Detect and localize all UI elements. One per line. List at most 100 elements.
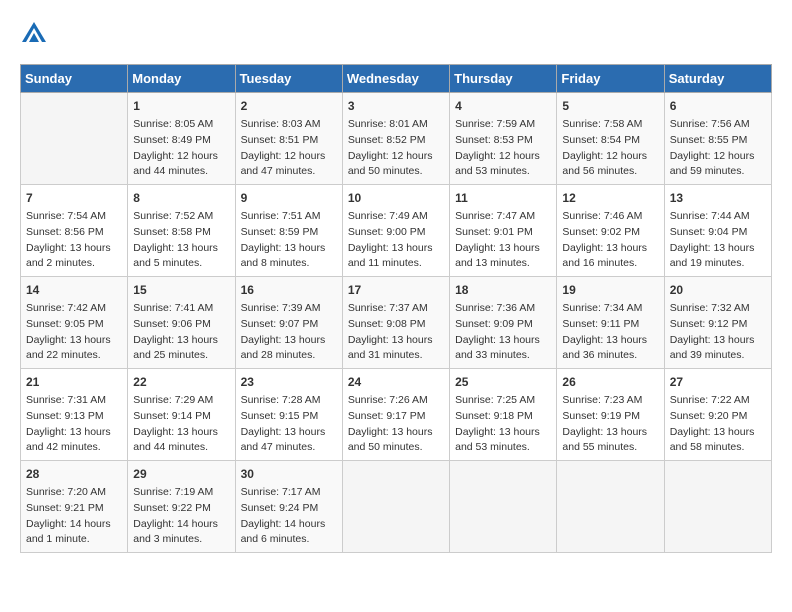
day-number: 14 (26, 281, 122, 299)
day-info: Sunrise: 7:28 AMSunset: 9:15 PMDaylight:… (241, 393, 337, 456)
calendar-cell (664, 461, 771, 553)
day-number: 17 (348, 281, 444, 299)
column-header-monday: Monday (128, 65, 235, 93)
calendar-cell: 10 Sunrise: 7:49 AMSunset: 9:00 PMDayligh… (342, 185, 449, 277)
column-header-saturday: Saturday (664, 65, 771, 93)
day-number: 8 (133, 189, 229, 207)
page-header (20, 20, 772, 48)
calendar-cell: 20 Sunrise: 7:32 AMSunset: 9:12 PMDayligh… (664, 277, 771, 369)
day-info: Sunrise: 7:59 AMSunset: 8:53 PMDaylight:… (455, 117, 551, 180)
calendar-cell (450, 461, 557, 553)
day-number: 3 (348, 97, 444, 115)
calendar-week-row: 14 Sunrise: 7:42 AMSunset: 9:05 PMDayligh… (21, 277, 772, 369)
calendar-header-row: SundayMondayTuesdayWednesdayThursdayFrid… (21, 65, 772, 93)
calendar-cell: 9Sunrise: 7:51 AMSunset: 8:59 PMDaylight… (235, 185, 342, 277)
column-header-thursday: Thursday (450, 65, 557, 93)
day-info: Sunrise: 7:34 AMSunset: 9:11 PMDaylight:… (562, 301, 658, 364)
calendar-cell: 4 Sunrise: 7:59 AMSunset: 8:53 PMDaylight… (450, 93, 557, 185)
day-number: 21 (26, 373, 122, 391)
day-info: Sunrise: 7:46 AMSunset: 9:02 PMDaylight:… (562, 209, 658, 272)
logo (20, 20, 50, 48)
day-info: Sunrise: 7:49 AMSunset: 9:00 PMDaylight:… (348, 209, 444, 272)
day-number: 25 (455, 373, 551, 391)
day-number: 30 (241, 465, 337, 483)
day-number: 9 (241, 189, 337, 207)
calendar-cell: 21 Sunrise: 7:31 AMSunset: 9:13 PMDayligh… (21, 369, 128, 461)
day-number: 22 (133, 373, 229, 391)
calendar-week-row: 1 Sunrise: 8:05 AMSunset: 8:49 PMDaylight… (21, 93, 772, 185)
column-header-wednesday: Wednesday (342, 65, 449, 93)
calendar-cell: 18 Sunrise: 7:36 AMSunset: 9:09 PMDayligh… (450, 277, 557, 369)
column-header-sunday: Sunday (21, 65, 128, 93)
calendar-week-row: 21 Sunrise: 7:31 AMSunset: 9:13 PMDayligh… (21, 369, 772, 461)
day-info: Sunrise: 7:36 AMSunset: 9:09 PMDaylight:… (455, 301, 551, 364)
day-number: 27 (670, 373, 766, 391)
day-number: 4 (455, 97, 551, 115)
calendar-cell: 25 Sunrise: 7:25 AMSunset: 9:18 PMDayligh… (450, 369, 557, 461)
calendar-cell: 6 Sunrise: 7:56 AMSunset: 8:55 PMDaylight… (664, 93, 771, 185)
day-info: Sunrise: 7:44 AMSunset: 9:04 PMDaylight:… (670, 209, 766, 272)
day-info: Sunrise: 7:25 AMSunset: 9:18 PMDaylight:… (455, 393, 551, 456)
day-info: Sunrise: 7:26 AMSunset: 9:17 PMDaylight:… (348, 393, 444, 456)
calendar-cell (342, 461, 449, 553)
day-info: Sunrise: 7:41 AMSunset: 9:06 PMDaylight:… (133, 301, 229, 364)
logo-icon (20, 20, 48, 48)
calendar-cell: 29 Sunrise: 7:19 AMSunset: 9:22 PMDayligh… (128, 461, 235, 553)
calendar-cell: 30Sunrise: 7:17 AMSunset: 9:24 PMDayligh… (235, 461, 342, 553)
day-info: Sunrise: 7:22 AMSunset: 9:20 PMDaylight:… (670, 393, 766, 456)
day-info: Sunrise: 7:39 AMSunset: 9:07 PMDaylight:… (241, 301, 337, 364)
day-number: 18 (455, 281, 551, 299)
calendar-cell: 8Sunrise: 7:52 AMSunset: 8:58 PMDaylight… (128, 185, 235, 277)
calendar-cell: 26Sunrise: 7:23 AMSunset: 9:19 PMDayligh… (557, 369, 664, 461)
day-number: 7 (26, 189, 122, 207)
calendar-cell: 5 Sunrise: 7:58 AMSunset: 8:54 PMDaylight… (557, 93, 664, 185)
calendar-cell: 14 Sunrise: 7:42 AMSunset: 9:05 PMDayligh… (21, 277, 128, 369)
day-info: Sunrise: 7:29 AMSunset: 9:14 PMDaylight:… (133, 393, 229, 456)
calendar-cell (21, 93, 128, 185)
calendar-cell: 16 Sunrise: 7:39 AMSunset: 9:07 PMDayligh… (235, 277, 342, 369)
day-number: 20 (670, 281, 766, 299)
calendar-cell: 17 Sunrise: 7:37 AMSunset: 9:08 PMDayligh… (342, 277, 449, 369)
day-number: 28 (26, 465, 122, 483)
calendar-cell: 24 Sunrise: 7:26 AMSunset: 9:17 PMDayligh… (342, 369, 449, 461)
day-number: 24 (348, 373, 444, 391)
calendar-cell: 23 Sunrise: 7:28 AMSunset: 9:15 PMDayligh… (235, 369, 342, 461)
day-number: 1 (133, 97, 229, 115)
day-number: 6 (670, 97, 766, 115)
day-info: Sunrise: 7:42 AMSunset: 9:05 PMDaylight:… (26, 301, 122, 364)
day-info: Sunrise: 7:58 AMSunset: 8:54 PMDaylight:… (562, 117, 658, 180)
day-number: 13 (670, 189, 766, 207)
calendar-cell: 1 Sunrise: 8:05 AMSunset: 8:49 PMDaylight… (128, 93, 235, 185)
day-info: Sunrise: 7:47 AMSunset: 9:01 PMDaylight:… (455, 209, 551, 272)
calendar-cell: 2 Sunrise: 8:03 AMSunset: 8:51 PMDaylight… (235, 93, 342, 185)
day-info: Sunrise: 7:37 AMSunset: 9:08 PMDaylight:… (348, 301, 444, 364)
calendar-cell: 3 Sunrise: 8:01 AMSunset: 8:52 PMDaylight… (342, 93, 449, 185)
day-info: Sunrise: 7:32 AMSunset: 9:12 PMDaylight:… (670, 301, 766, 364)
calendar-cell (557, 461, 664, 553)
calendar-week-row: 28 Sunrise: 7:20 AMSunset: 9:21 PMDayligh… (21, 461, 772, 553)
calendar-week-row: 7Sunrise: 7:54 AMSunset: 8:56 PMDaylight… (21, 185, 772, 277)
day-info: Sunrise: 7:20 AMSunset: 9:21 PMDaylight:… (26, 485, 122, 548)
day-info: Sunrise: 8:01 AMSunset: 8:52 PMDaylight:… (348, 117, 444, 180)
column-header-tuesday: Tuesday (235, 65, 342, 93)
day-number: 29 (133, 465, 229, 483)
calendar-cell: 7Sunrise: 7:54 AMSunset: 8:56 PMDaylight… (21, 185, 128, 277)
day-info: Sunrise: 8:03 AMSunset: 8:51 PMDaylight:… (241, 117, 337, 180)
calendar-cell: 27 Sunrise: 7:22 AMSunset: 9:20 PMDayligh… (664, 369, 771, 461)
day-number: 11 (455, 189, 551, 207)
calendar-cell: 11 Sunrise: 7:47 AMSunset: 9:01 PMDayligh… (450, 185, 557, 277)
day-info: Sunrise: 7:31 AMSunset: 9:13 PMDaylight:… (26, 393, 122, 456)
day-number: 23 (241, 373, 337, 391)
day-info: Sunrise: 7:19 AMSunset: 9:22 PMDaylight:… (133, 485, 229, 548)
day-number: 16 (241, 281, 337, 299)
calendar-cell: 28 Sunrise: 7:20 AMSunset: 9:21 PMDayligh… (21, 461, 128, 553)
day-number: 2 (241, 97, 337, 115)
day-info: Sunrise: 8:05 AMSunset: 8:49 PMDaylight:… (133, 117, 229, 180)
day-number: 10 (348, 189, 444, 207)
calendar-cell: 12Sunrise: 7:46 AMSunset: 9:02 PMDayligh… (557, 185, 664, 277)
day-info: Sunrise: 7:23 AMSunset: 9:19 PMDaylight:… (562, 393, 658, 456)
day-number: 5 (562, 97, 658, 115)
calendar-cell: 22 Sunrise: 7:29 AMSunset: 9:14 PMDayligh… (128, 369, 235, 461)
calendar-cell: 13 Sunrise: 7:44 AMSunset: 9:04 PMDayligh… (664, 185, 771, 277)
day-info: Sunrise: 7:56 AMSunset: 8:55 PMDaylight:… (670, 117, 766, 180)
